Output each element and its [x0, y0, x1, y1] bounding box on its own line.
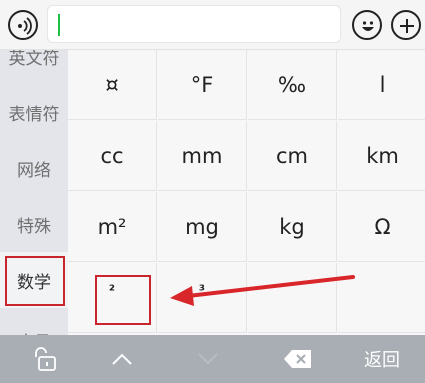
chevron-up-icon — [112, 353, 132, 365]
back-button-label: 返回 — [364, 350, 400, 371]
sidebar-item-label: 表情符 — [8, 104, 60, 125]
input-toolbar — [0, 0, 425, 50]
message-input[interactable] — [47, 5, 341, 43]
sidebar-item-internet[interactable]: 网络 — [0, 140, 68, 196]
sidebar-item-special[interactable]: 特殊 — [0, 196, 68, 252]
backspace-icon — [284, 350, 311, 368]
math-highlight-box — [5, 256, 65, 306]
scroll-down-button[interactable] — [186, 335, 230, 383]
text-caret — [58, 14, 60, 36]
emoji-icon — [362, 21, 374, 31]
scroll-up-button[interactable] — [100, 335, 144, 383]
sidebar-item-english-symbols[interactable]: 英文符 — [0, 50, 68, 84]
sidebar-item-label: 网络 — [17, 160, 51, 181]
lock-icon — [35, 347, 56, 371]
plus-button[interactable] — [391, 10, 421, 40]
sidebar-item-label: 特殊 — [17, 216, 51, 237]
sidebar-item-emoticons[interactable]: 表情符 — [0, 84, 68, 140]
voice-icon — [18, 17, 32, 35]
symbol-category-sidebar: 英文符 表情符 网络 特殊 数学 序号 — [0, 50, 68, 335]
sidebar-item-label: 英文符 — [8, 50, 60, 69]
chevron-down-icon — [198, 353, 218, 365]
sidebar-item-label: 序号 — [17, 328, 51, 335]
emoji-button[interactable] — [352, 10, 382, 40]
annotation-arrow-icon — [170, 275, 355, 306]
symbol-grid: ¤ °F ‰ l cc mm cm km m² mg kg Ω ² ³ — [68, 50, 425, 335]
sidebar-item-ordinal[interactable]: 序号 — [0, 308, 68, 335]
keyboard-bottom-bar: 返回 — [0, 335, 425, 383]
voice-button[interactable] — [8, 10, 38, 40]
plus-icon — [400, 19, 414, 33]
back-button[interactable]: 返回 — [352, 335, 412, 383]
lock-button[interactable] — [22, 335, 66, 383]
backspace-button[interactable] — [276, 335, 320, 383]
